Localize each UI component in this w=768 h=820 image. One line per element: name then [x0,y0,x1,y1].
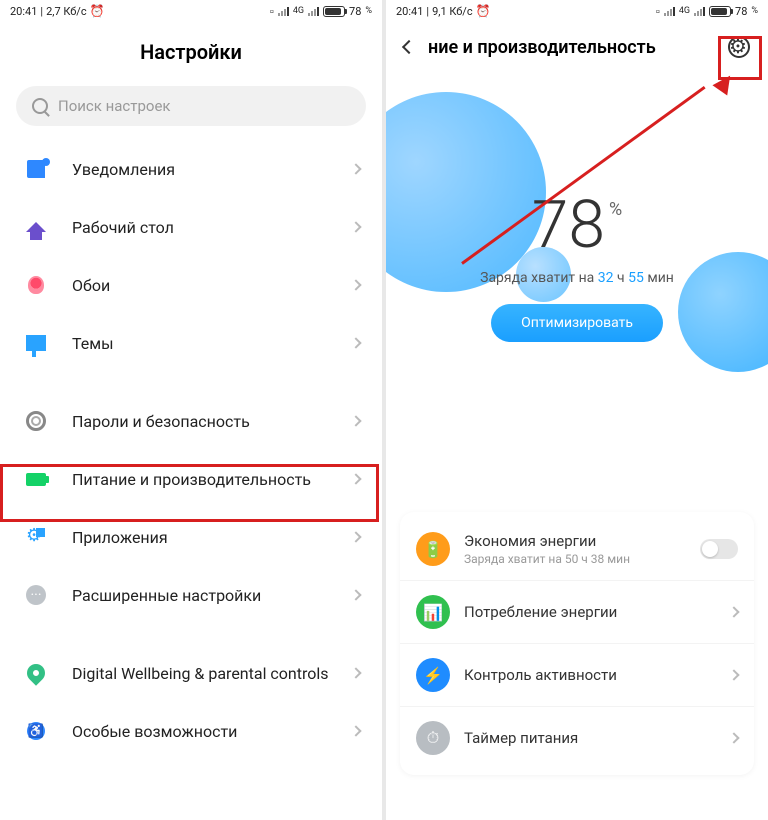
search-icon [32,98,48,114]
settings-item-battery[interactable]: Питание и производительность [0,450,382,508]
battery-icon [709,6,731,17]
chevron-right-icon [350,667,361,678]
status-time: 20:41 [10,5,37,18]
chevron-right-icon [728,669,739,680]
gear-icon[interactable] [728,36,750,58]
battery-percent: 78% Заряда хватит на 32 ч 55 мин Оптимиз… [386,187,768,342]
signal-icon [278,6,289,16]
signal-icon-2 [308,6,319,16]
chevron-right-icon [350,221,361,232]
alarm-icon: ⏰ [476,4,491,18]
search-placeholder: Поиск настроек [58,97,171,115]
settings-item-wallpaper[interactable]: Обои [0,256,382,314]
settings-item-security[interactable]: Пароли и безопасность [0,392,382,450]
sim-icon: ▫ [656,5,660,18]
wallpaper-icon [22,271,50,299]
advanced-icon: ··· [22,581,50,609]
accessibility-icon: ♿ [22,717,50,745]
page-title: Настройки [0,22,382,86]
status-bar: 20:41 | 9,1 Кб/с ⏰ ▫ 4G 78% [386,0,768,22]
signal-icon-2 [694,6,705,16]
network-4g: 4G [679,6,690,16]
activity-item[interactable]: ⚡ Контроль активности [400,644,754,707]
chevron-right-icon [350,163,361,174]
activity-icon: ⚡ [416,658,450,692]
settings-item-apps[interactable]: Приложения [0,508,382,566]
screen-title: ние и производительность [428,37,714,58]
usage-item[interactable]: 📊 Потребление энергии [400,581,754,644]
settings-item-home[interactable]: Рабочий стол [0,198,382,256]
network-4g: 4G [293,6,304,16]
settings-item-themes[interactable]: Темы [0,314,382,372]
chevron-right-icon [350,337,361,348]
settings-screen: 20:41 | 2,7 Кб/с ⏰ ▫ 4G 78% Настройки По… [0,0,382,820]
battery-saver-toggle[interactable] [700,539,738,559]
themes-icon [22,329,50,357]
back-button[interactable] [402,40,416,54]
battery-icon [323,6,345,17]
fingerprint-icon [22,407,50,435]
battery-saver-icon: 🔋 [416,532,450,566]
usage-icon: 📊 [416,595,450,629]
timer-icon: ⏱ [416,721,450,755]
status-speed: 2,7 Кб/с [46,5,87,18]
battery-screen: 20:41 | 9,1 Кб/с ⏰ ▫ 4G 78% ние и произв… [386,0,768,820]
battery-saver-item[interactable]: 🔋 Экономия энергии Заряда хватит на 50 ч… [400,518,754,581]
chevron-right-icon [350,279,361,290]
alarm-icon: ⏰ [90,4,105,18]
timer-item[interactable]: ⏱ Таймер питания [400,707,754,769]
battery-pct: 78 [349,5,361,18]
signal-icon [664,6,675,16]
settings-item-wellbeing[interactable]: Digital Wellbeing & parental controls [0,644,382,702]
battery-icon [22,465,50,493]
settings-item-notifications[interactable]: Уведомления [0,140,382,198]
settings-item-accessibility[interactable]: ♿ Особые возможности [0,702,382,760]
status-speed: 9,1 Кб/с [432,5,473,18]
chevron-right-icon [350,589,361,600]
settings-item-advanced[interactable]: ··· Расширенные настройки [0,566,382,624]
chevron-right-icon [728,606,739,617]
home-icon [22,213,50,241]
optimize-button[interactable]: Оптимизировать [491,304,663,342]
notifications-icon [22,155,50,183]
screen-header: ние и производительность [386,22,768,72]
chevron-right-icon [350,415,361,426]
chevron-right-icon [350,473,361,484]
options-card: 🔋 Экономия энергии Заряда хватит на 50 ч… [400,512,754,775]
battery-visual: 78% Заряда хватит на 32 ч 55 мин Оптимиз… [386,72,768,382]
search-input[interactable]: Поиск настроек [16,86,366,126]
chevron-right-icon [350,531,361,542]
battery-estimate: Заряда хватит на 32 ч 55 мин [386,270,768,286]
chevron-right-icon [728,732,739,743]
status-bar: 20:41 | 2,7 Кб/с ⏰ ▫ 4G 78% [0,0,382,22]
sim-icon: ▫ [270,5,274,18]
status-time: 20:41 [396,5,423,18]
battery-pct: 78 [735,5,747,18]
chevron-right-icon [350,725,361,736]
apps-icon [22,523,50,551]
wellbeing-icon [22,659,50,687]
